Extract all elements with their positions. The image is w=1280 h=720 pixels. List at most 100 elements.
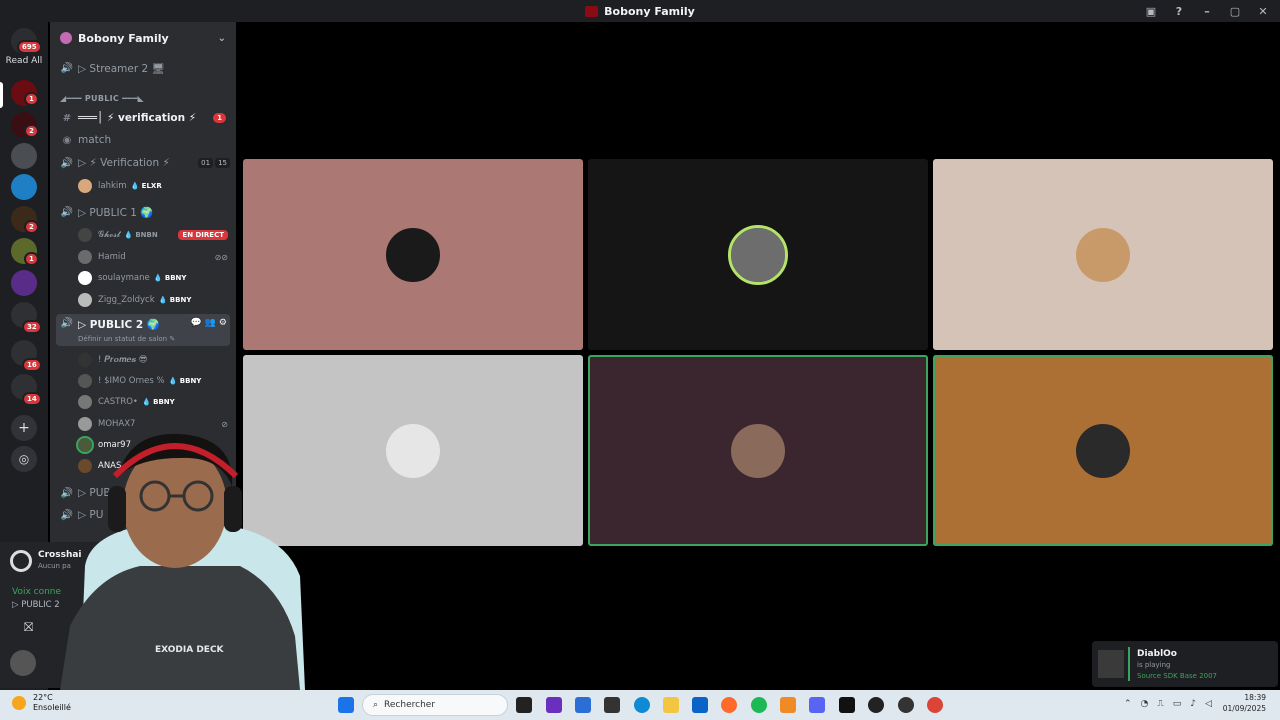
category-public[interactable]: ◢━━━ PUBLIC ━━━◣ [60, 94, 144, 103]
outlook-icon[interactable] [692, 697, 708, 713]
search-box[interactable]: ⌕ Rechercher [362, 694, 508, 716]
user-tag: 💧 BNBN [124, 231, 158, 239]
video-tile-speaking[interactable] [588, 355, 928, 546]
video-tile-speaking[interactable] [933, 355, 1273, 546]
spotify-icon[interactable] [751, 697, 767, 713]
participant-avatar [1076, 227, 1130, 282]
speaker-icon: 🔊 [60, 318, 74, 329]
speaker-icon: 🔊 [60, 206, 74, 218]
server-badge: 16 [22, 358, 42, 372]
channel-label: ═══│ ⚡ verification ⚡ [78, 112, 197, 124]
user-name: Zigg_Zoldyck [98, 295, 155, 305]
clock[interactable]: 18:39 01/09/2025 [1223, 692, 1266, 714]
edge-icon[interactable] [634, 697, 650, 713]
maximize-button[interactable]: ▢ [1228, 5, 1242, 18]
speaker-icon: 🔊 [60, 157, 74, 169]
hash-icon: # [62, 112, 72, 124]
toast-status: is playing [1137, 661, 1171, 669]
help-icon[interactable]: ? [1172, 5, 1186, 18]
weather-label: Ensoleillé [33, 703, 71, 712]
start-icon[interactable] [338, 697, 354, 713]
read-all-button[interactable]: Read All [0, 56, 48, 66]
app-icon[interactable] [839, 697, 855, 713]
voice-user[interactable]: lahkim 💧 ELXR [78, 176, 228, 196]
minimize-button[interactable]: – [1200, 5, 1214, 18]
voice-user[interactable]: CASTRO• 💧 BBNY [78, 392, 228, 412]
clock-time: 18:39 [1244, 693, 1266, 702]
participant-avatar [728, 224, 788, 285]
server-badge: 2 [24, 124, 39, 138]
app-icon[interactable] [604, 697, 620, 713]
server-badge: 1 [24, 92, 39, 106]
chrome-icon[interactable] [927, 697, 943, 713]
muted-icon: ⊘⊘ [214, 252, 228, 262]
channel-status[interactable]: Définir un statut de salon ✎ [78, 335, 175, 343]
close-button[interactable]: ✕ [1256, 5, 1270, 18]
channel-actions[interactable]: 💬👥⚙ [191, 318, 230, 328]
video-tile[interactable] [933, 159, 1273, 350]
voice-user[interactable]: ! $IMO Ornes % 💧 BBNY [78, 371, 228, 391]
speaker-icon: 🔊 [60, 62, 74, 74]
webcam-overlay: EXODIA DECK [0, 426, 310, 690]
store-icon[interactable] [575, 697, 591, 713]
voice-user[interactable]: ! 𝑷𝒓𝒐𝒎𝒆𝒔 😎 [78, 350, 228, 370]
channel-label: ▷ ⚡ Verification ⚡ [78, 157, 170, 169]
app-logo-icon [585, 5, 599, 17]
firefox-icon[interactable] [721, 697, 737, 713]
channel-streamer[interactable]: 🔊 ▷ Streamer 2 🖥 [56, 58, 230, 78]
chevron-down-icon: ⌄ [217, 32, 226, 44]
discord-icon[interactable] [809, 697, 825, 713]
toast-avatar [1098, 650, 1124, 678]
app-icon[interactable] [868, 697, 884, 713]
channel-match[interactable]: ◉ match [56, 130, 230, 150]
user-count: 01 15 [198, 158, 230, 168]
search-icon: ⌕ [373, 700, 379, 710]
toast-accent [1128, 647, 1130, 681]
user-name: soulaymane [98, 273, 150, 283]
temperature: 22°C [33, 693, 53, 702]
channel-verification-voice[interactable]: 🔊 ▷ ⚡ Verification ⚡ 01 15 [56, 153, 230, 173]
channel-public-1[interactable]: 🔊 ▷ PUBLIC 1 🌍 [56, 202, 230, 222]
user-name: 𝓖𝓱𝓸𝓼𝓽 [98, 230, 121, 240]
voice-user[interactable]: Zigg_Zoldyck 💧 BBNY [78, 290, 228, 310]
avatar [78, 374, 92, 388]
video-tile[interactable] [588, 159, 928, 350]
channel-verification[interactable]: # ═══│ ⚡ verification ⚡ 1 [56, 108, 230, 128]
voice-user[interactable]: soulaymane 💧 BBNY [78, 268, 228, 288]
participant-avatar [1076, 423, 1130, 478]
user-tag: 💧 ELXR [130, 182, 162, 190]
app-icon[interactable] [780, 697, 796, 713]
avatar [78, 228, 92, 242]
app-icon[interactable] [546, 697, 562, 713]
channel-label: ▷ PUBLIC 2 🌍 [78, 319, 160, 331]
mention-badge: 1 [213, 113, 226, 123]
participant-avatar [731, 423, 785, 478]
video-tile[interactable] [243, 159, 583, 350]
channel-label: ▷ Streamer 2 🖥 [78, 62, 165, 75]
app-icon[interactable] [898, 697, 914, 713]
sun-icon [12, 696, 26, 710]
system-tray-icons[interactable]: ⌃◔⎍▭♪◁ [1124, 699, 1221, 709]
user-tag: 💧 BBNY [153, 274, 187, 282]
file-explorer-icon[interactable] [663, 697, 679, 713]
search-placeholder: Rechercher [384, 700, 436, 710]
guild-icon [60, 32, 72, 44]
task-view-icon[interactable] [516, 697, 532, 713]
server-icon[interactable] [11, 143, 37, 169]
server-icon[interactable] [11, 174, 37, 200]
participant-avatar [386, 423, 440, 478]
activity-toast[interactable]: DiablOo is playing Source SDK Base 2007 [1092, 641, 1278, 687]
server-icon[interactable] [11, 270, 37, 296]
user-name: ! 𝑷𝒓𝒐𝒎𝒆𝒔 😎 [98, 355, 148, 365]
avatar [78, 353, 92, 367]
guild-header[interactable]: Bobony Family ⌄ [50, 22, 236, 54]
participant-avatar [386, 227, 440, 282]
unread-badge: 695 [17, 40, 42, 54]
voice-user[interactable]: Hamid ⊘⊘ [78, 247, 228, 267]
clock-date: 01/09/2025 [1222, 704, 1266, 713]
weather-widget[interactable]: 22°C Ensoleillé [12, 693, 71, 713]
live-badge: EN DIRECT [178, 230, 228, 240]
inbox-icon[interactable]: ▣ [1144, 5, 1158, 18]
voice-user[interactable]: 𝓖𝓱𝓸𝓼𝓽 💧 BNBN EN DIRECT [78, 225, 228, 245]
avatar [78, 250, 92, 264]
